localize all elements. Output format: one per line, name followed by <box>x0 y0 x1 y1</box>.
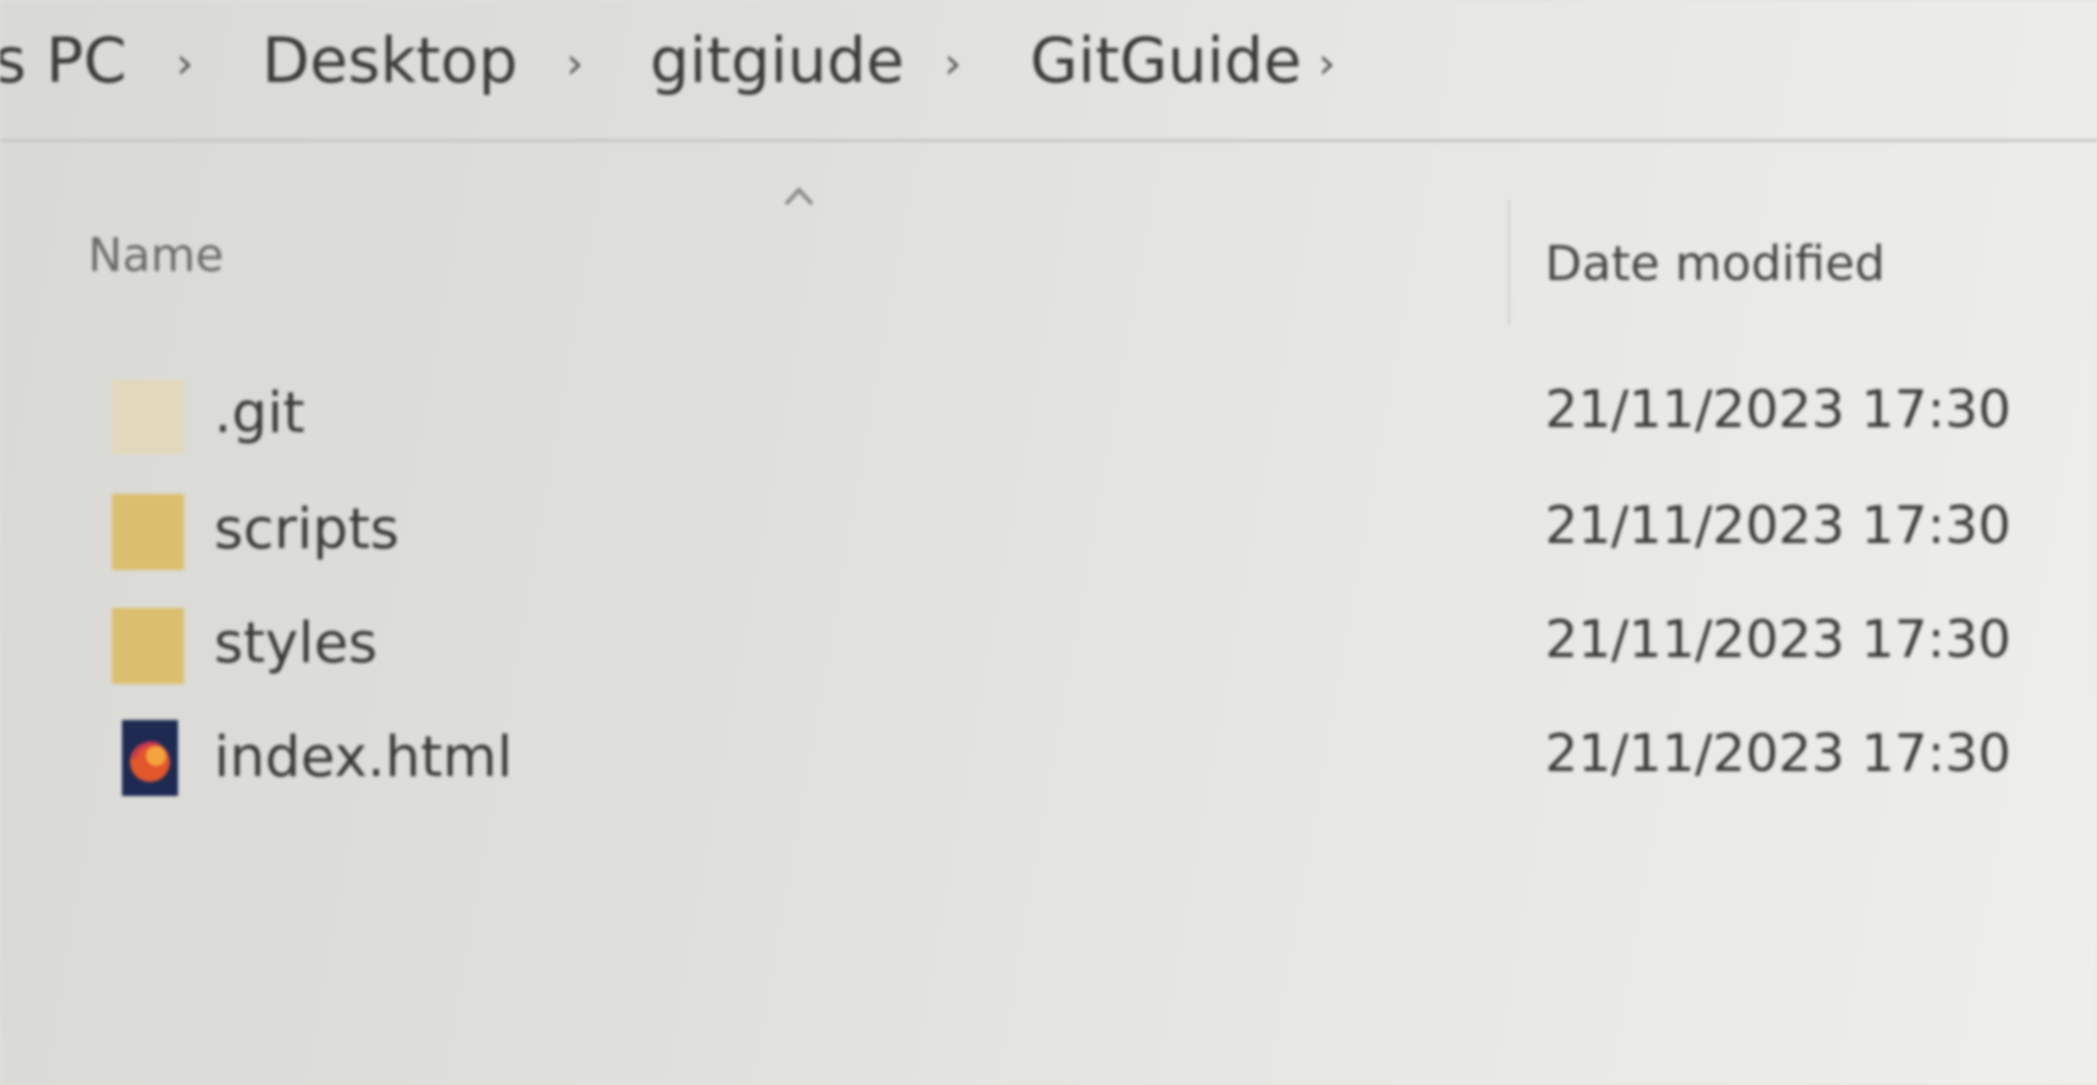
breadcrumb-chevron-icon[interactable]: › <box>1318 42 1336 86</box>
firefox-html-file-icon <box>122 720 178 796</box>
folder-icon <box>112 608 184 684</box>
column-resize-handle[interactable] <box>1508 200 1510 325</box>
file-date-modified: 21/11/2023 17:30 <box>1545 380 2012 440</box>
breadcrumb-chevron-icon[interactable]: › <box>176 42 194 86</box>
file-name: index.html <box>214 725 513 790</box>
file-row[interactable]: styles 21/11/2023 17:30 <box>80 602 2030 702</box>
file-row[interactable]: .git 21/11/2023 17:30 <box>80 372 2030 472</box>
file-name: .git <box>214 381 305 446</box>
breadcrumb-item-this-pc[interactable]: s PC <box>0 30 127 92</box>
breadcrumb[interactable]: s PC › Desktop › gitgiude › GitGuide › <box>0 0 2097 142</box>
folder-icon <box>112 380 184 454</box>
file-name: styles <box>214 611 378 676</box>
breadcrumb-item-gitguide[interactable]: GitGuide <box>1030 30 1302 92</box>
column-header-name[interactable]: Name <box>88 232 224 278</box>
column-header-date-modified[interactable]: Date modified <box>1545 240 1885 288</box>
breadcrumb-item-desktop[interactable]: Desktop <box>262 30 518 92</box>
breadcrumb-chevron-icon[interactable]: › <box>944 42 962 86</box>
sort-ascending-icon <box>784 187 814 206</box>
folder-icon <box>112 494 184 570</box>
file-date-modified: 21/11/2023 17:30 <box>1545 724 2012 784</box>
file-row[interactable]: index.html 21/11/2023 17:30 <box>80 716 2030 816</box>
file-row[interactable]: scripts 21/11/2023 17:30 <box>80 488 2030 588</box>
breadcrumb-item-gitgiude[interactable]: gitgiude <box>650 30 904 92</box>
file-date-modified: 21/11/2023 17:30 <box>1545 610 2012 670</box>
file-name: scripts <box>214 497 400 562</box>
file-explorer-window: s PC › Desktop › gitgiude › GitGuide › N… <box>0 0 2097 1085</box>
file-date-modified: 21/11/2023 17:30 <box>1545 496 2012 556</box>
breadcrumb-chevron-icon[interactable]: › <box>566 42 584 86</box>
